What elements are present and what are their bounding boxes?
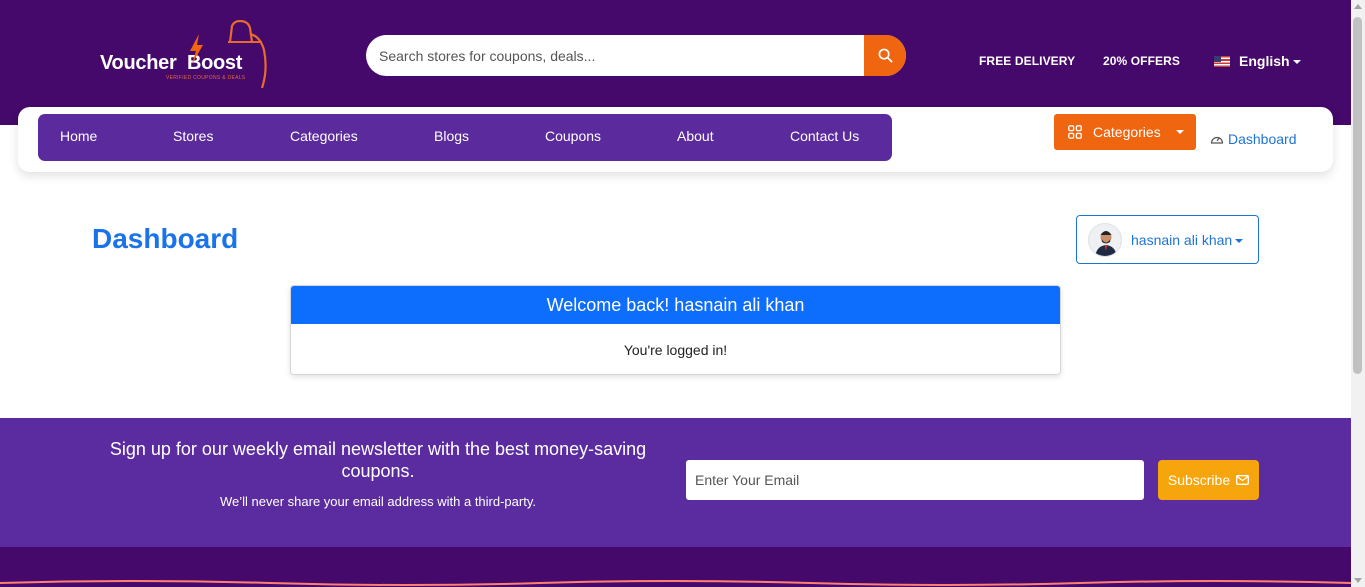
- main-navigation: Home Stores Categories Blogs Coupons Abo…: [38, 114, 892, 161]
- welcome-card: Welcome back! hasnain ali khan You're lo…: [290, 285, 1061, 375]
- voucherboost-logo[interactable]: Voucher Boost VERIFIED COUPONS & DEALS: [98, 18, 273, 93]
- logo-wordmark: Voucher Boost: [100, 52, 243, 74]
- logo-tagline: VERIFIED COUPONS & DEALS: [166, 75, 246, 81]
- us-flag-icon: [1214, 55, 1230, 67]
- language-dropdown[interactable]: English: [1214, 53, 1301, 69]
- categories-dropdown-button[interactable]: Categories: [1054, 114, 1196, 150]
- avatar: [1088, 222, 1122, 257]
- offers-link[interactable]: 20% OFFERS: [1103, 54, 1180, 68]
- nav-contact-us[interactable]: Contact Us: [790, 128, 859, 144]
- user-avatar-icon: [1095, 230, 1117, 256]
- lightning-bolt-icon: [190, 34, 203, 64]
- nav-home[interactable]: Home: [60, 128, 97, 144]
- language-label: English: [1239, 53, 1301, 69]
- page-scrollbar[interactable]: [1351, 0, 1365, 587]
- newsletter-email-input[interactable]: [686, 460, 1144, 500]
- scrollbar-thumb[interactable]: [1353, 17, 1362, 374]
- nav-stores[interactable]: Stores: [173, 128, 213, 144]
- dashboard-link[interactable]: Dashboard: [1210, 131, 1297, 147]
- grid-icon: [1068, 125, 1082, 139]
- scroll-up-icon[interactable]: [1354, 4, 1362, 9]
- nav-categories[interactable]: Categories: [290, 128, 358, 144]
- newsletter-subtitle: We’ll never share your email address wit…: [220, 494, 536, 509]
- caret-down-icon: [1292, 60, 1301, 65]
- dashboard-link-label: Dashboard: [1228, 131, 1297, 147]
- login-status-text: You're logged in!: [623, 341, 728, 358]
- newsletter-title: Sign up for our weekly email newsletter …: [109, 439, 647, 481]
- subscribe-button[interactable]: Subscribe: [1158, 460, 1259, 500]
- nav-about[interactable]: About: [677, 128, 714, 144]
- footer: [0, 547, 1351, 587]
- caret-down-icon: [1175, 130, 1184, 134]
- page-title: Dashboard: [92, 223, 239, 254]
- search-button[interactable]: [864, 35, 906, 76]
- newsletter-section: Sign up for our weekly email newsletter …: [0, 418, 1351, 547]
- nav-coupons[interactable]: Coupons: [545, 128, 601, 144]
- user-menu-button[interactable]: hasnain ali khan: [1076, 215, 1259, 264]
- categories-button-label: Categories: [1093, 124, 1161, 140]
- caret-down-icon: [1235, 238, 1244, 243]
- search-bar: [366, 35, 906, 76]
- envelope-icon: [1236, 475, 1250, 485]
- welcome-card-header: Welcome back! hasnain ali khan: [291, 286, 1060, 324]
- free-delivery-link[interactable]: FREE DELIVERY: [979, 54, 1075, 68]
- scroll-down-icon[interactable]: [1354, 578, 1362, 583]
- subscribe-button-label: Subscribe: [1167, 472, 1231, 488]
- search-input[interactable]: [366, 35, 864, 76]
- nav-blogs[interactable]: Blogs: [434, 128, 469, 144]
- footer-wave-decoration: [0, 580, 1351, 586]
- speedometer-icon: [1210, 136, 1224, 144]
- search-icon: [878, 48, 892, 63]
- user-name-label: hasnain ali khan: [1131, 232, 1244, 248]
